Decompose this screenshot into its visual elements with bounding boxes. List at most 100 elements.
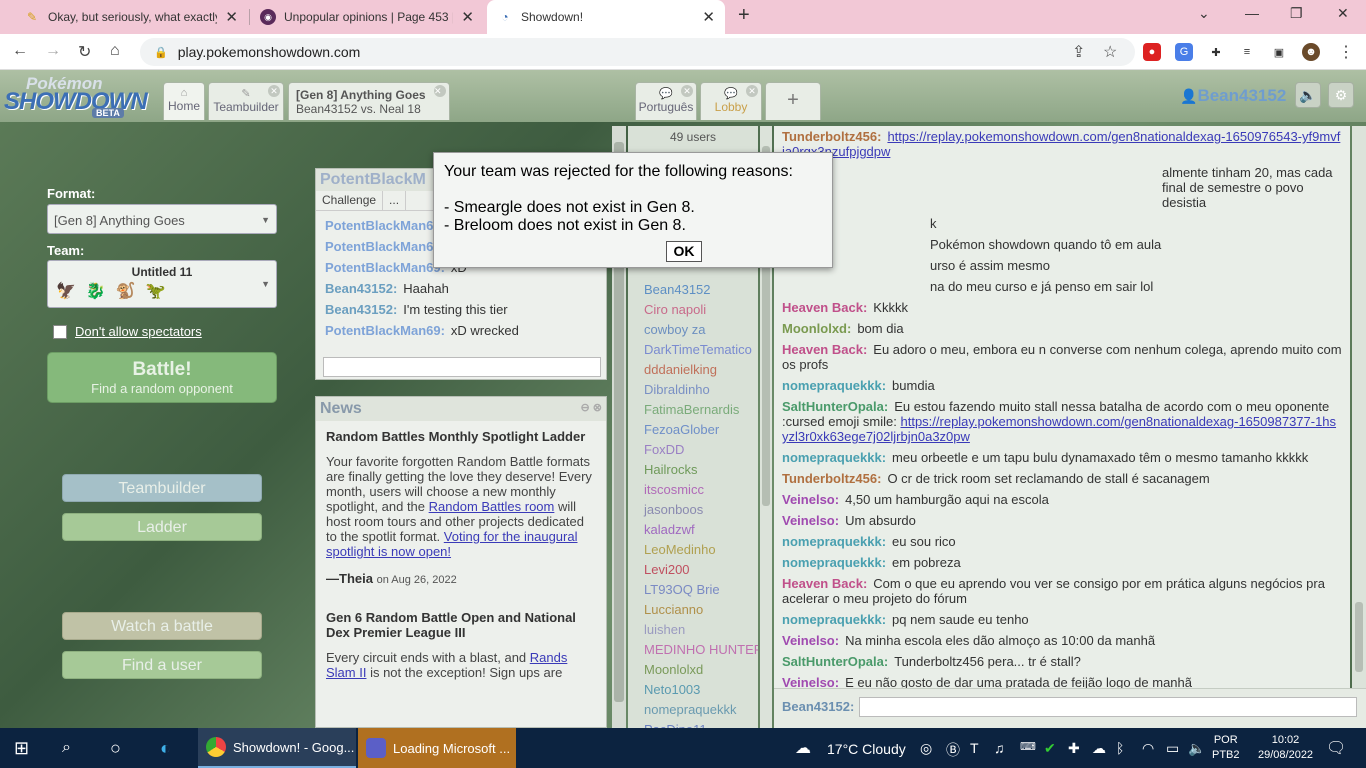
- spectators-checkbox[interactable]: Don't allow spectators: [53, 324, 202, 339]
- tab-search-icon[interactable]: ⌄: [1198, 5, 1210, 22]
- browser-tab-1[interactable]: ✎ Okay, but seriously, what exactly ✕: [14, 0, 248, 34]
- message-username[interactable]: PotentBlackMan69:: [325, 260, 445, 275]
- watch-battle-button[interactable]: Watch a battle: [62, 612, 262, 640]
- user-list-item[interactable]: FezoaGlober: [628, 420, 758, 440]
- user-list-item[interactable]: luishen: [628, 620, 758, 640]
- chat-username[interactable]: Tunderboltz456:: [782, 129, 881, 144]
- extension-record-icon[interactable]: ●: [1143, 43, 1161, 61]
- showdown-logo[interactable]: Pokémon SHOWDOWN BETA: [4, 74, 149, 118]
- window-close-icon[interactable]: ✕: [1337, 5, 1349, 22]
- weather-text[interactable]: 17°C Cloudy: [827, 741, 906, 757]
- message-username[interactable]: PotentBlackMan69:: [325, 218, 445, 233]
- browser-tab-2[interactable]: ◉ Unpopular opinions | Page 453 | S ✕: [250, 0, 484, 34]
- cloud-icon[interactable]: ☁: [795, 738, 811, 758]
- more-button[interactable]: ...: [383, 191, 407, 210]
- user-list-item[interactable]: FatimaBernardis: [628, 400, 758, 420]
- user-list-item[interactable]: DarkTimeTematico: [628, 340, 758, 360]
- user-list-item[interactable]: nomepraquekkk: [628, 700, 758, 720]
- challenge-button[interactable]: Challenge: [316, 191, 384, 210]
- user-list-item[interactable]: jasonboos: [628, 500, 758, 520]
- chat-username[interactable]: Veinelso:: [782, 675, 839, 688]
- windows-start-icon[interactable]: ⊞: [14, 728, 29, 768]
- ladder-button[interactable]: Ladder: [62, 513, 262, 541]
- user-list-item[interactable]: Luccianno: [628, 600, 758, 620]
- chat-username[interactable]: SaltHunterOpala:: [782, 399, 888, 414]
- taskbar-app-teams[interactable]: Loading Microsoft ...: [358, 728, 516, 768]
- security-icon[interactable]: ✔: [1044, 740, 1056, 757]
- close-icon[interactable]: ✕: [268, 85, 280, 97]
- close-icon[interactable]: ✕: [461, 8, 474, 26]
- user-list-item[interactable]: FoxDD: [628, 440, 758, 460]
- cloud-drive-icon[interactable]: ☁: [1092, 740, 1106, 757]
- notification-icon[interactable]: 🗨: [1326, 738, 1346, 758]
- back-icon[interactable]: ←: [12, 42, 28, 60]
- chat-scrollbar[interactable]: [1352, 126, 1366, 688]
- teams-tray-icon[interactable]: T: [970, 740, 979, 756]
- checkbox-box[interactable]: [53, 324, 67, 339]
- chat-username[interactable]: nomepraquekkk:: [782, 534, 886, 549]
- close-icon[interactable]: ✕: [702, 8, 715, 26]
- gear-icon[interactable]: ⚙: [1328, 82, 1354, 108]
- user-list-item[interactable]: Moonlolxd: [628, 660, 758, 680]
- user-list-item[interactable]: Bean43152: [628, 280, 758, 300]
- translate-icon[interactable]: G: [1175, 43, 1193, 61]
- home-icon[interactable]: ⌂: [110, 42, 120, 60]
- find-user-button[interactable]: Find a user: [62, 651, 262, 679]
- message-username[interactable]: PotentBlackMan69:: [325, 323, 445, 338]
- b-app-icon[interactable]: Ⓑ: [946, 740, 960, 760]
- ok-button[interactable]: OK: [666, 241, 702, 262]
- user-list-item[interactable]: Hailrocks: [628, 460, 758, 480]
- user-list-item[interactable]: Neto1003: [628, 680, 758, 700]
- tab-portugues[interactable]: 💬 Português ✕: [635, 82, 697, 120]
- chat-username[interactable]: Heaven Back:: [782, 300, 867, 315]
- user-list-item[interactable]: itscosmicc: [628, 480, 758, 500]
- user-list-item[interactable]: Dibraldinho: [628, 380, 758, 400]
- user-list-item[interactable]: LT93OQ Brie: [628, 580, 758, 600]
- chat-username[interactable]: Heaven Back:: [782, 576, 867, 591]
- chat-username[interactable]: Tunderboltz456:: [782, 471, 881, 486]
- random-battles-room-link[interactable]: Random Battles room: [429, 499, 555, 514]
- share-icon[interactable]: ⇪: [1072, 42, 1085, 62]
- user-list-item[interactable]: Ciro napoli: [628, 300, 758, 320]
- chat-username[interactable]: nomepraquekkk:: [782, 378, 886, 393]
- close-icon[interactable]: ✕: [434, 85, 446, 97]
- chat-username[interactable]: SaltHunterOpala:: [782, 654, 888, 669]
- user-list-item[interactable]: kaladzwf: [628, 520, 758, 540]
- message-username[interactable]: Bean43152:: [325, 281, 397, 296]
- sound-app-icon[interactable]: ♫: [994, 740, 1005, 756]
- tab-battle-room[interactable]: [Gen 8] Anything Goes Bean43152 vs. Neal…: [288, 82, 450, 120]
- chat-username[interactable]: Moonlolxd:: [782, 321, 851, 336]
- task-view-icon[interactable]: ○: [110, 728, 121, 768]
- chat-username[interactable]: nomepraquekkk:: [782, 555, 886, 570]
- chat-username[interactable]: nomepraquekkk:: [782, 612, 886, 627]
- close-icon[interactable]: ✕: [225, 8, 238, 26]
- message-username[interactable]: Bean43152:: [325, 302, 397, 317]
- user-list-item[interactable]: Levi200: [628, 560, 758, 580]
- taskbar-app-chrome[interactable]: Showdown! - Goog...: [198, 728, 356, 768]
- chat-username[interactable]: Veinelso:: [782, 633, 839, 648]
- menu-dots-icon[interactable]: ⋮: [1338, 42, 1354, 62]
- user-list-item[interactable]: cowboy za: [628, 320, 758, 340]
- team-select[interactable]: Untitled 11 🦅🐉🐒🦖 ▼: [47, 260, 277, 308]
- close-icon[interactable]: ✕: [746, 85, 758, 97]
- keyboard-tray-icon[interactable]: ⌨: [1020, 740, 1036, 753]
- battle-button[interactable]: Battle! Find a random opponent: [47, 352, 277, 403]
- browser-tab-3[interactable]: ◔ Showdown! ✕: [487, 0, 725, 34]
- username-button[interactable]: 👤Bean43152: [1180, 86, 1286, 106]
- steam-icon[interactable]: ◎: [920, 740, 932, 757]
- minimize-icon[interactable]: —: [1245, 5, 1259, 21]
- edge-icon[interactable]: ◐: [160, 728, 171, 768]
- scrollbar-thumb[interactable]: [1355, 602, 1363, 672]
- tab-teambuilder[interactable]: ✎ Teambuilder ✕: [208, 82, 284, 120]
- tab-lobby[interactable]: 💬 Lobby ✕: [700, 82, 762, 120]
- new-tab-button[interactable]: +: [738, 4, 750, 27]
- reload-icon[interactable]: ↻: [78, 42, 91, 62]
- volume-icon[interactable]: 🔈: [1188, 740, 1205, 757]
- user-list-item[interactable]: LeoMedinho: [628, 540, 758, 560]
- private-chat-input[interactable]: [323, 357, 601, 377]
- language-indicator[interactable]: POR PTB2: [1212, 733, 1240, 763]
- clock[interactable]: 10:02 29/08/2022: [1258, 733, 1313, 763]
- bluetooth-icon[interactable]: ᛒ: [1116, 740, 1124, 756]
- volume-icon[interactable]: 🔈: [1295, 82, 1321, 108]
- media-list-icon[interactable]: ≡: [1238, 43, 1256, 61]
